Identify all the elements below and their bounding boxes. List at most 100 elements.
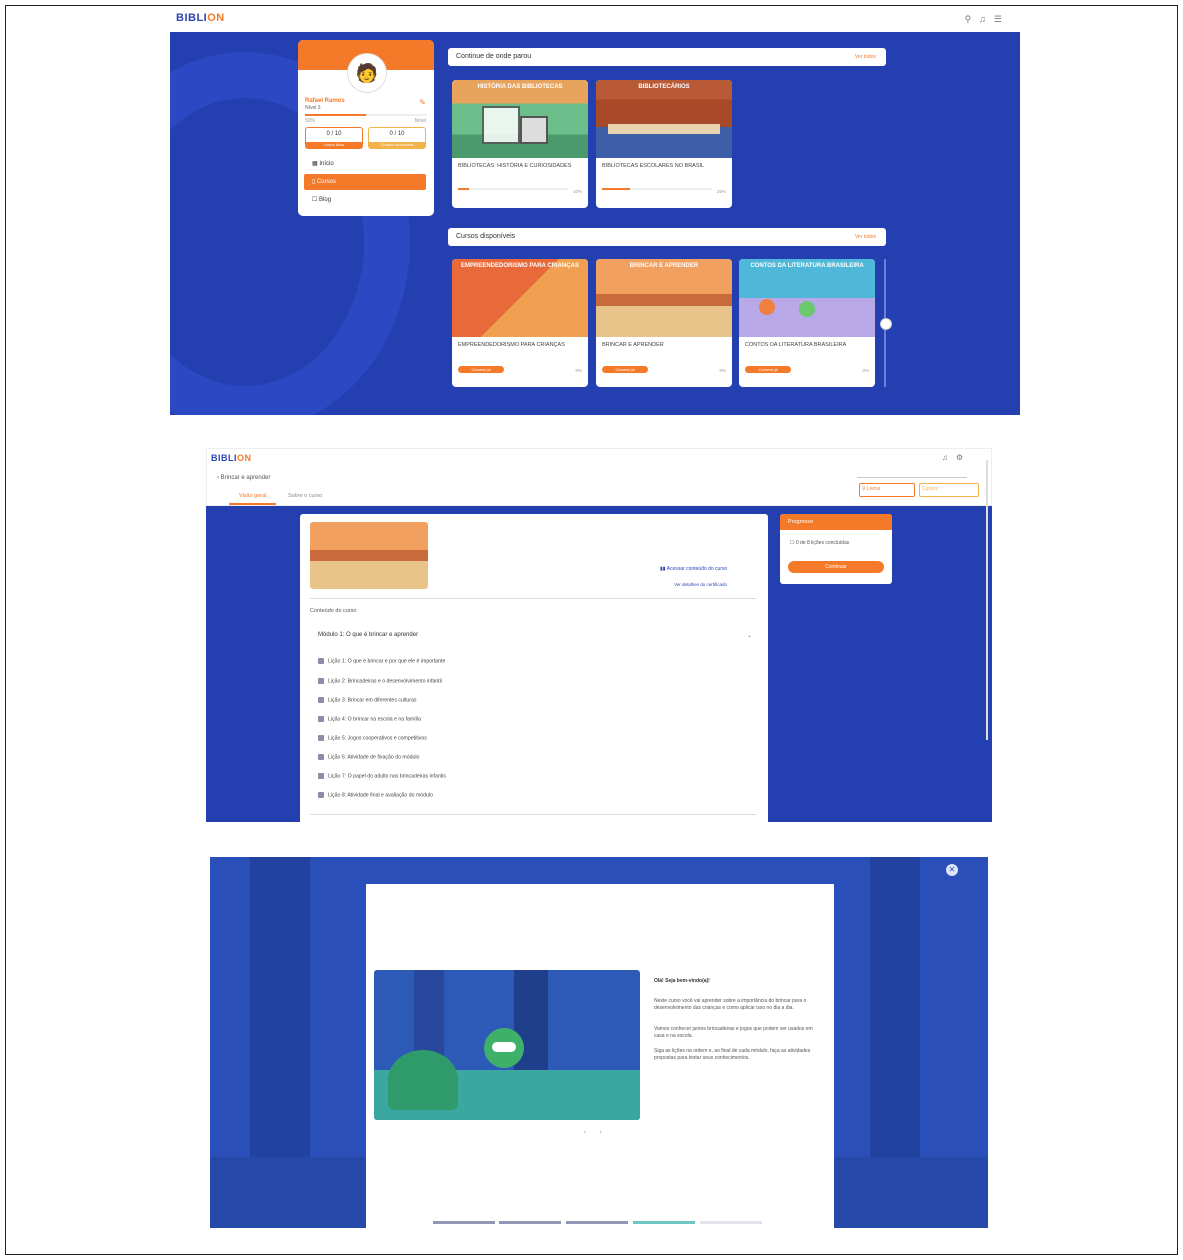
lesson-title: Lição 6: Atividade de fixação do módulo (328, 754, 420, 761)
stat-books-value: 0 / 10 (326, 131, 342, 137)
lesson-item[interactable]: Lição 5: Jogos cooperativos e competitiv… (318, 735, 427, 741)
course-title: CONTOS DA LITERATURA BRASILEIRA (745, 342, 847, 348)
pager-controls[interactable]: ‹ › (584, 1130, 608, 1136)
lesson-item[interactable]: Lição 2: Brincadeiras e o desenvolviment… (318, 678, 442, 684)
module-title[interactable]: Módulo 1: O que é brincar e aprender (318, 632, 418, 638)
doc-icon: ☐ (312, 197, 320, 203)
lesson-paragraph: Neste curso você vai aprender sobre a im… (654, 998, 807, 1011)
lesson-icon (318, 735, 324, 741)
stat-courses[interactable]: 0 / 10 Cursos concluídos (368, 127, 426, 149)
stat-books-tag: Livros lidos (306, 142, 362, 148)
lesson-item[interactable]: Lição 3: Brincar em diferentes culturas (318, 697, 417, 703)
profile-card: 🧑 Rafael Ramos Nível 3 ✎ 50% Nível 0 / 1… (298, 40, 434, 216)
bell-icon[interactable]: ♫ (979, 14, 994, 24)
tab-overview[interactable]: Visão geral (229, 493, 277, 505)
course-title: EMPREENDEDORISMO PARA CRIANÇAS (458, 342, 565, 348)
avatar[interactable]: 🧑 (348, 54, 386, 92)
menu-label: Blog (319, 197, 332, 203)
course-image: CONTOS DA LITERATURA BRASILEIRA (739, 259, 875, 337)
course-background: ▮▮ Acessar conteúdo do curso Ver detalhe… (206, 506, 992, 822)
access-content-link[interactable]: ▮▮ Acessar conteúdo do curso (660, 566, 727, 572)
menu-label: Cursos (316, 179, 336, 185)
carousel-next-button[interactable] (880, 318, 892, 330)
stat-courses-tag: Cursos concluídos (369, 142, 425, 148)
search-input[interactable] (857, 477, 967, 478)
lesson-icon (318, 678, 324, 684)
divider (310, 598, 756, 599)
progress-segment (499, 1221, 561, 1224)
profile-name: Rafael Ramos (305, 98, 345, 104)
lesson-item[interactable]: Lição 7: O papel do adulto nas brincadei… (318, 773, 446, 779)
dashboard-header: BIBLION ⚲♫☰ (170, 8, 1020, 32)
lesson-icon (318, 716, 324, 722)
menu-label: Início (319, 161, 334, 167)
menu-item-cursos[interactable]: ▯ Cursos (304, 174, 426, 190)
lesson-title: Lição 8: Atividade final e avaliação do … (328, 792, 433, 799)
lesson-item[interactable]: Lição 4: O brincar na escola e na famíli… (318, 716, 421, 722)
chevron-down-icon[interactable]: ⌄ (747, 632, 752, 639)
bush-illustration (388, 1050, 458, 1110)
available-course-card[interactable]: EMPREENDEDORISMO PARA CRIANÇAS EMPREENDE… (452, 259, 588, 387)
lesson-background: ✕ Olá! Seja bem-vindo(a)! Neste curso vo… (210, 857, 988, 1228)
level-right: Nível (414, 118, 426, 124)
books-button[interactable]: ⚲ Livros (859, 483, 915, 497)
character-illustration (799, 301, 815, 317)
start-course-button[interactable]: Comece já (745, 366, 791, 373)
lesson-illustration (374, 970, 640, 1120)
lesson-item[interactable]: Lição 8: Atividade final e avaliação do … (318, 792, 433, 798)
continue-button[interactable]: Continuar (788, 561, 884, 573)
stat-courses-value: 0 / 10 (389, 131, 405, 137)
course-card[interactable]: BIBLIOTECÁRIOS BIBLIOTECAS ESCOLARES NO … (596, 80, 732, 208)
course-image: HISTÓRIA DAS BIBLIOTECAS (452, 80, 588, 158)
continue-panel: Continue de onde parou Ver todos (448, 48, 886, 66)
level-left: 50% (305, 118, 316, 124)
available-course-card[interactable]: BRINCAR E APRENDER BRINCAR E APRENDER Co… (596, 259, 732, 387)
lesson-heading: Olá! Seja bem-vindo(a)! (654, 978, 710, 984)
course-title: BIBLIOTECAS: HISTÓRIA E CURIOSIDADES (458, 163, 572, 169)
edit-icon[interactable]: ✎ (419, 98, 426, 107)
table-illustration (608, 124, 720, 134)
menu-icon[interactable]: ☰ (994, 14, 1010, 24)
courses-button[interactable]: Cursos (919, 483, 979, 497)
scrollbar[interactable] (986, 460, 988, 740)
lesson-item[interactable]: Lição 6: Atividade de fixação do módulo (318, 754, 419, 760)
course-image: BRINCAR E APRENDER (596, 259, 732, 337)
lesson-item[interactable]: Lição 1: O que é brincar e por que ele é… (318, 658, 445, 664)
app-logo[interactable]: BIBLION (176, 12, 225, 24)
course-title: BRINCAR E APRENDER (602, 342, 664, 348)
continue-see-all-link[interactable]: Ver todos (855, 54, 876, 60)
app-logo[interactable]: BIBLION (211, 453, 252, 463)
course-percent: 0% (719, 368, 726, 373)
settings-icon[interactable]: ⚙ (956, 453, 971, 462)
header-icons: ⚲♫☰ (965, 14, 1010, 25)
tab-about[interactable]: Sobre o curso (278, 493, 332, 503)
menu-item-inicio[interactable]: ▦ Início (304, 156, 426, 172)
bell-icon[interactable]: ♫ (942, 453, 956, 462)
lesson-icon (318, 792, 324, 798)
book-icon: ▮▮ (660, 566, 667, 572)
available-course-card[interactable]: CONTOS DA LITERATURA BRASILEIRA CONTOS D… (739, 259, 875, 387)
search-icon[interactable]: ⚲ (965, 14, 980, 24)
lesson-title: Lição 3: Brincar em diferentes culturas (328, 697, 417, 704)
progress-item-label: 0 de 8 lições concluídas (795, 540, 850, 546)
discover-see-all-link[interactable]: Ver todos (855, 234, 876, 240)
course-percent: 0% (862, 368, 869, 373)
lesson-title: Lição 7: O papel do adulto nas brincadei… (328, 773, 446, 780)
courses-button-label: Cursos (922, 486, 938, 492)
progress-segment (566, 1221, 628, 1224)
stat-books[interactable]: 0 / 10 Livros lidos (305, 127, 363, 149)
bookshelf-illustration (482, 106, 520, 144)
close-icon[interactable]: ✕ (946, 864, 958, 876)
start-course-button[interactable]: Comece já (458, 366, 504, 373)
start-course-button[interactable]: Comece já (602, 366, 648, 373)
certificate-link[interactable]: Ver detalhes do certificado (674, 582, 727, 587)
lesson-modal: Olá! Seja bem-vindo(a)! Neste curso você… (366, 884, 834, 1228)
progress-segment (700, 1221, 762, 1224)
breadcrumb[interactable]: ‹ Brincar e aprender (217, 475, 270, 481)
lesson-title: Lição 1: O que é brincar e por que ele é… (328, 658, 446, 665)
course-card[interactable]: HISTÓRIA DAS BIBLIOTECAS BIBLIOTECAS: HI… (452, 80, 588, 208)
menu-item-blog[interactable]: ☐ Blog (304, 192, 426, 208)
lesson-paragraph: Siga as lições na ordem e, ao final de c… (654, 1048, 811, 1061)
bookshelf-illustration (520, 116, 548, 144)
course-image: EMPREENDEDORISMO PARA CRIANÇAS (452, 259, 588, 337)
